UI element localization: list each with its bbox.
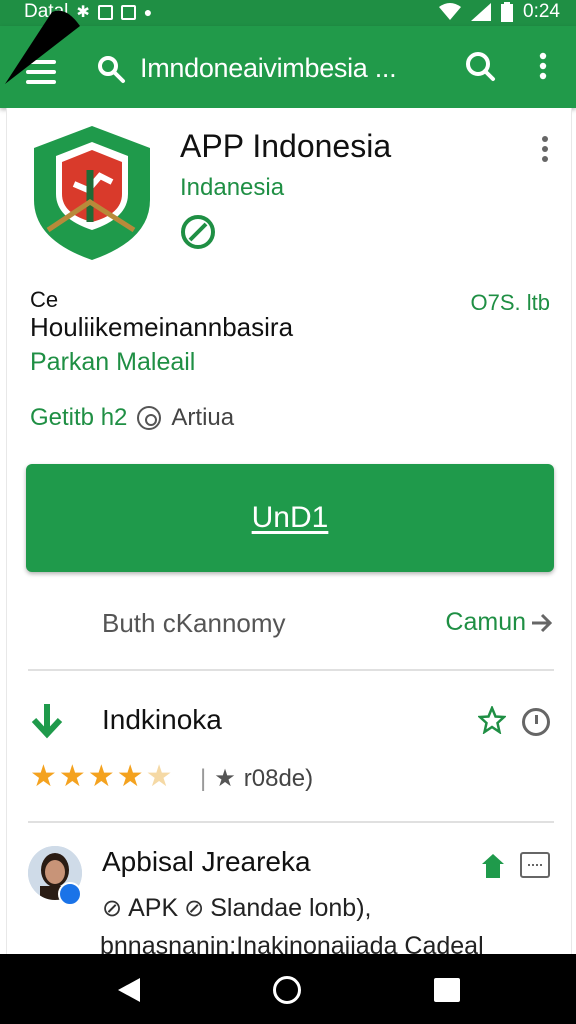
search-icon[interactable] xyxy=(96,54,126,84)
review-source: APK xyxy=(128,894,179,922)
star-outline-icon[interactable] xyxy=(478,706,506,734)
info-row-left: Buth cKannomy xyxy=(102,608,286,638)
corner-overlay-mark xyxy=(5,10,80,84)
recent-apps-icon[interactable] xyxy=(434,978,460,1002)
arrow-right-icon xyxy=(532,613,552,632)
category-link[interactable]: Parkan Maleail xyxy=(30,348,195,377)
star-icon: ★ xyxy=(30,760,57,793)
info-row-action[interactable]: Camun xyxy=(445,608,552,637)
review-source-detail: Slandae lonb), xyxy=(210,894,372,922)
image-notification-icon xyxy=(97,4,113,20)
flag-icon[interactable] xyxy=(520,852,550,878)
search-query-title[interactable]: Imndoneaivimbesia ... xyxy=(140,53,397,84)
app-size: O7S. ltb xyxy=(470,290,550,315)
small-star-icon: ★ xyxy=(214,765,236,792)
review-count: r08de) xyxy=(243,764,314,792)
review-title: Apbisal Jreareka xyxy=(102,846,311,877)
wifi-icon xyxy=(439,3,462,20)
star-icon: ★ xyxy=(116,760,144,793)
app-tag: Ce xyxy=(30,287,59,312)
app-logo xyxy=(34,126,150,260)
dot-icon: ● xyxy=(143,4,153,20)
rating-icon xyxy=(137,406,162,430)
info-row-action-label: Camun xyxy=(445,608,526,636)
app-overflow-icon[interactable] xyxy=(539,136,551,166)
verified-badge-icon xyxy=(58,882,82,906)
divider xyxy=(28,821,554,823)
star-empty-icon: ★ xyxy=(145,760,173,793)
review-detail-line: ⊘ APK ⊘ Slandae lonb), xyxy=(102,894,371,923)
signal-icon xyxy=(471,3,492,21)
separator: | xyxy=(200,764,207,792)
developer-link[interactable]: Indanesia xyxy=(180,174,284,202)
back-icon[interactable] xyxy=(116,976,142,1004)
star-rating: ★ ★ ★ ★ ★ xyxy=(30,762,173,792)
rating-label: Artiua xyxy=(171,404,235,431)
star-icon: ★ xyxy=(58,760,86,793)
app-name: APP Indonesia xyxy=(180,128,392,164)
downloads-count: Getitb h2 xyxy=(30,404,128,431)
review-meta: | ★ r08de) xyxy=(200,764,313,793)
download-arrow-icon xyxy=(31,704,63,739)
app-description: Houliikemeinannbasira xyxy=(30,312,294,342)
thumb-up-icon[interactable] xyxy=(480,852,506,880)
link-icon: ⊘ xyxy=(184,895,205,922)
clock-time: 0:24 xyxy=(523,1,560,22)
install-button[interactable]: UnD1 xyxy=(26,464,554,572)
search-action-icon[interactable] xyxy=(464,50,496,82)
ratings-section-title: Indkinoka xyxy=(102,704,222,735)
more-vert-icon[interactable] xyxy=(538,52,548,80)
home-icon[interactable] xyxy=(273,976,301,1004)
compass-icon: ⊘ xyxy=(102,895,123,922)
app-stats: Getitb h2 Artiua xyxy=(30,404,234,432)
system-nav-bar xyxy=(0,954,576,1024)
clock-icon[interactable] xyxy=(522,708,550,736)
divider xyxy=(28,669,554,671)
blocked-icon xyxy=(181,215,215,249)
star-icon: ★ xyxy=(87,760,115,793)
app-notification-icon xyxy=(120,4,136,20)
battery-icon xyxy=(501,2,514,22)
install-button-label: UnD1 xyxy=(251,501,329,534)
